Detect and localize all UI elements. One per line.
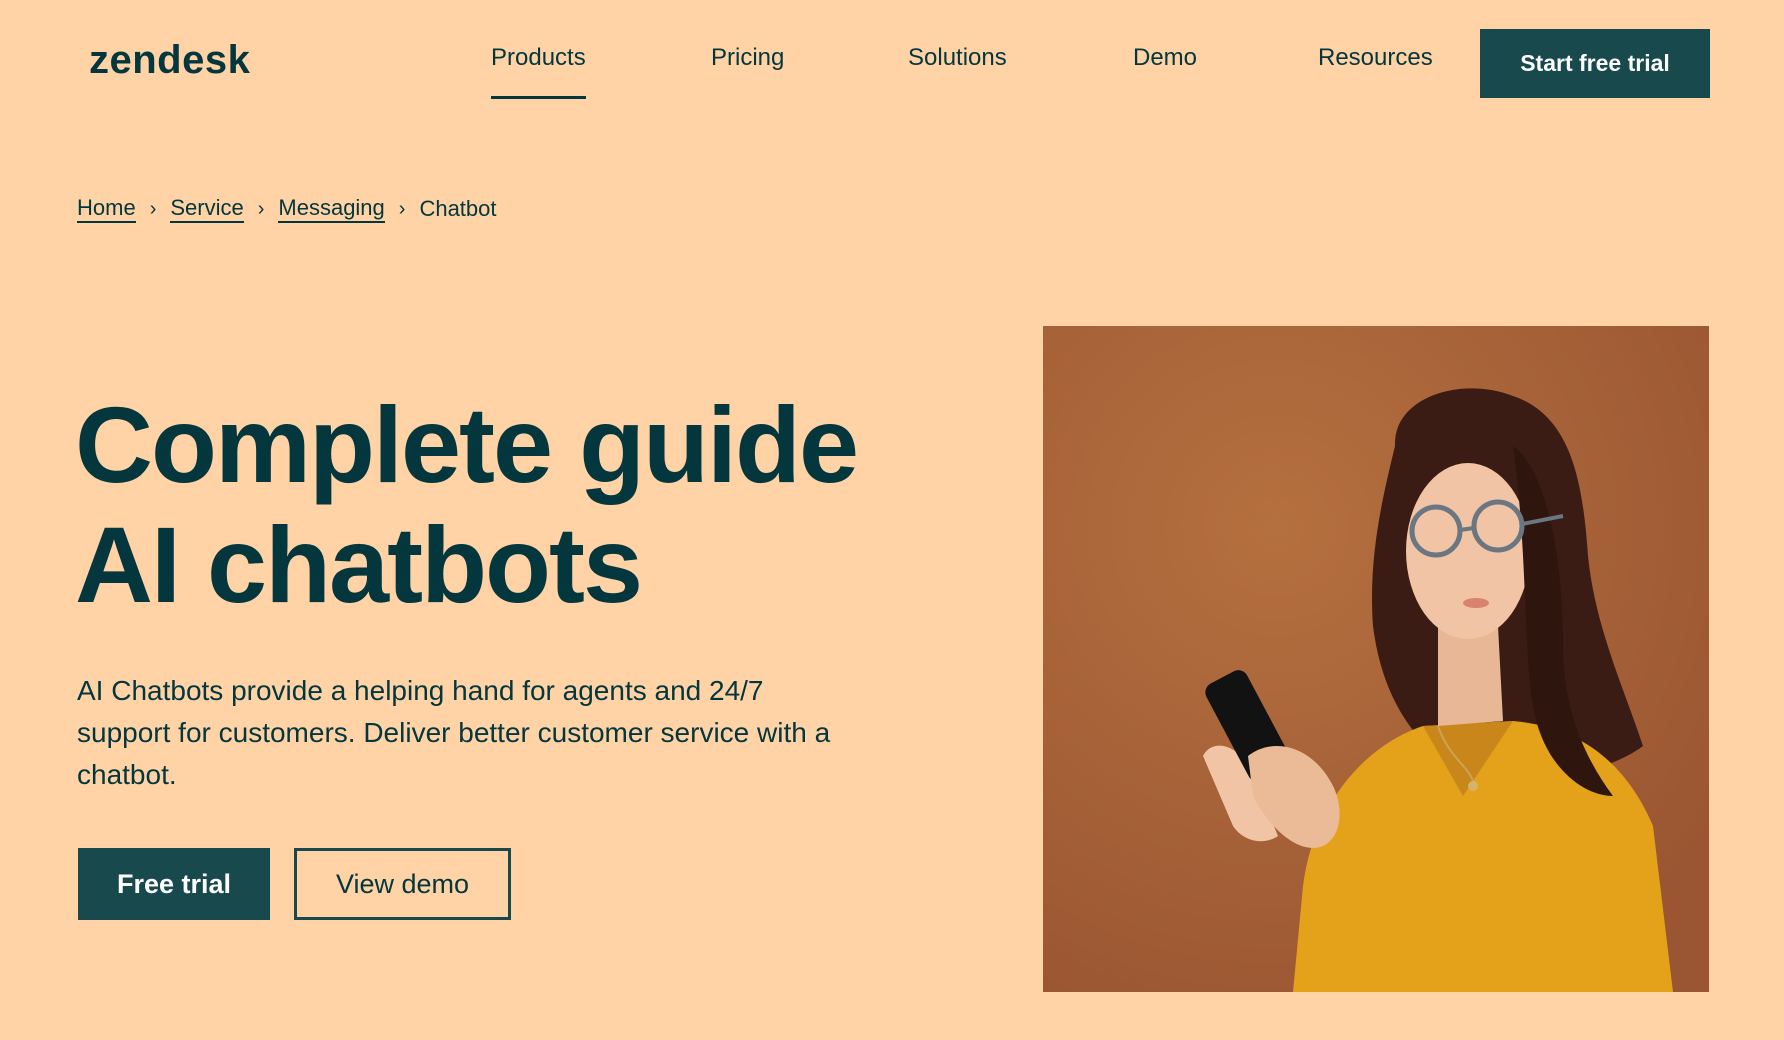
page-title: Complete guide AI chatbots	[75, 385, 975, 625]
woman-with-phone-illustration	[1043, 326, 1709, 992]
nav-resources[interactable]: Resources	[1318, 44, 1433, 72]
start-free-trial-button[interactable]: Start free trial	[1480, 29, 1710, 98]
breadcrumb-chevron-icon: ›	[149, 197, 157, 220]
nav-solutions[interactable]: Solutions	[908, 44, 1007, 72]
woman-with-phone-photo	[1043, 326, 1709, 992]
breadcrumb-chevron-icon: ›	[257, 197, 265, 220]
site-header: zendesk Products Pricing Solutions Demo …	[0, 0, 1784, 130]
zendesk-logo[interactable]: zendesk	[89, 38, 250, 83]
breadcrumb-home[interactable]: Home	[77, 195, 136, 223]
breadcrumb-chevron-icon: ›	[398, 197, 406, 220]
hero-description: AI Chatbots provide a helping hand for a…	[77, 675, 831, 790]
breadcrumb-current: Chatbot	[419, 196, 497, 221]
breadcrumb: Home › Service › Messaging › Chatbot	[77, 195, 497, 223]
free-trial-button[interactable]: Free trial	[78, 848, 270, 920]
nav-pricing[interactable]: Pricing	[711, 44, 784, 72]
breadcrumb-messaging[interactable]: Messaging	[278, 195, 385, 223]
nav-demo[interactable]: Demo	[1133, 44, 1197, 72]
title-line-1: Complete guide	[75, 384, 859, 505]
title-line-2: AI chatbots	[75, 504, 643, 625]
breadcrumb-service[interactable]: Service	[170, 195, 244, 223]
view-demo-button[interactable]: View demo	[294, 848, 511, 920]
nav-products[interactable]: Products	[491, 44, 586, 99]
